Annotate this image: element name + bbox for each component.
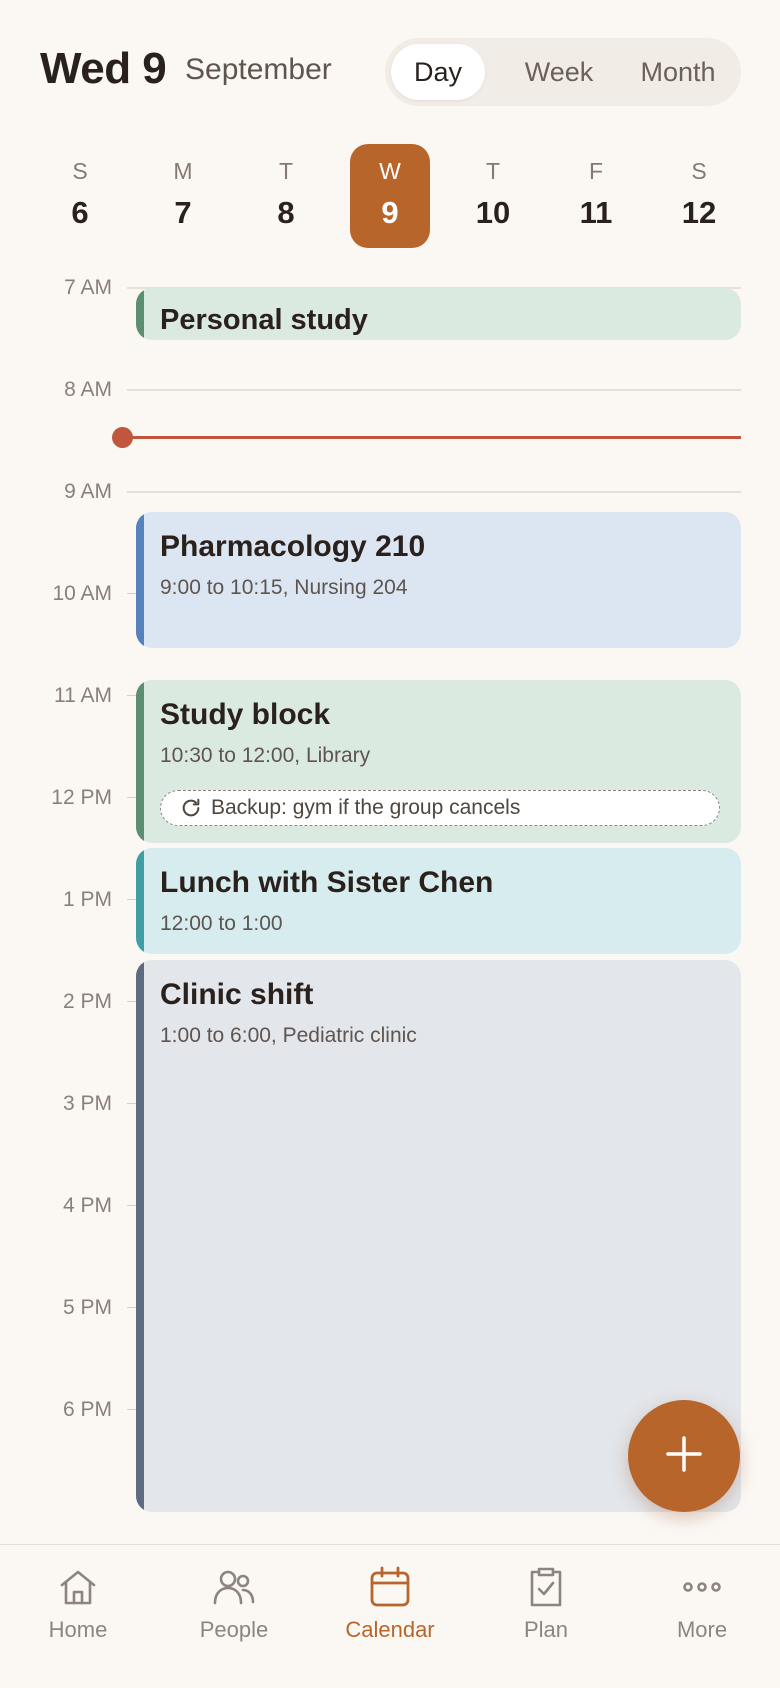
hour-label: 12 PM (51, 786, 112, 809)
current-time-dot (112, 427, 133, 448)
day-number: 7 (174, 195, 192, 230)
event-title: Pharmacology 210 (160, 530, 426, 563)
day-tue[interactable]: T 8 (246, 144, 326, 248)
more-icon (680, 1565, 724, 1609)
event-pharmacology[interactable]: Pharmacology 210 9:00 to 10:15, Nursing … (136, 512, 741, 648)
event-detail: 12:00 to 1:00 (160, 912, 283, 935)
event-title: Personal study (160, 304, 368, 336)
hour-label: 11 AM (54, 684, 112, 707)
hour-label: 8 AM (64, 378, 112, 401)
home-icon (56, 1565, 100, 1609)
hour-label: 2 PM (62, 990, 112, 1013)
day-letter: M (173, 158, 193, 184)
page-title: Wed 9 (40, 44, 167, 93)
hour-label: 4 PM (62, 1194, 112, 1217)
day-wed[interactable]: W 9 (350, 144, 430, 248)
hour-label: 5 PM (62, 1296, 112, 1319)
add-event-button[interactable] (628, 1400, 740, 1512)
nav-label: Home (48, 1617, 108, 1642)
nav-label: People (199, 1617, 269, 1642)
day-number: 11 (579, 195, 613, 230)
backup-plan-chip[interactable]: Backup: gym if the group cancels (160, 790, 720, 826)
hour-gridline (127, 491, 741, 493)
view-week-button[interactable]: Week (503, 44, 615, 100)
day-number: 9 (381, 195, 399, 230)
hour-label: 6 PM (62, 1398, 112, 1421)
nav-label: Calendar (345, 1617, 435, 1642)
day-letter: S (72, 158, 88, 184)
day-number: 10 (475, 195, 511, 230)
event-detail: 10:30 to 12:00, Library (160, 744, 371, 767)
event-color-bar (136, 512, 144, 648)
clipboard-check-icon (524, 1565, 568, 1609)
view-switch: Day Week Month (385, 38, 741, 106)
event-detail: 9:00 to 10:15, Nursing 204 (160, 576, 408, 599)
hour-gridline (127, 389, 741, 391)
event-personal-study[interactable]: Personal study (136, 288, 741, 340)
nav-label: Plan (523, 1617, 569, 1642)
event-detail: 1:00 to 6:00, Pediatric clinic (160, 1024, 417, 1047)
nav-people[interactable]: People (156, 1565, 312, 1665)
refresh-icon (179, 796, 203, 820)
day-timeline[interactable]: 7 AM 8 AM 9 AM 10 AM 11 AM 12 PM 1 PM 2 … (0, 270, 780, 1520)
month-label: September (185, 53, 332, 86)
event-color-bar (136, 680, 144, 843)
week-strip: S 6 M 7 T 8 W 9 T 10 F 11 S 12 (0, 144, 780, 248)
nav-home[interactable]: Home (0, 1565, 156, 1665)
day-letter: S (691, 158, 707, 184)
backup-text: Backup: gym if the group cancels (211, 796, 521, 819)
event-color-bar (136, 848, 144, 954)
day-number: 8 (277, 195, 295, 230)
header: Wed 9 September Day Week Month (0, 0, 780, 140)
day-sat[interactable]: S 12 (659, 144, 739, 248)
event-lunch[interactable]: Lunch with Sister Chen 12:00 to 1:00 (136, 848, 741, 954)
day-letter: T (278, 158, 294, 184)
event-color-bar (136, 288, 144, 340)
hour-label: 1 PM (62, 888, 112, 911)
day-number: 12 (681, 195, 717, 230)
nav-label: More (676, 1617, 728, 1642)
day-fri[interactable]: F 11 (556, 144, 636, 248)
view-month-button[interactable]: Month (621, 44, 735, 100)
nav-calendar[interactable]: Calendar (312, 1565, 468, 1665)
day-number: 6 (71, 195, 89, 230)
event-title: Lunch with Sister Chen (160, 866, 494, 899)
current-time-line (122, 436, 741, 439)
day-letter: F (588, 158, 604, 184)
calendar-icon (368, 1565, 412, 1609)
event-study-block[interactable]: Study block 10:30 to 12:00, Library Back… (136, 680, 741, 843)
event-color-bar (136, 960, 144, 1512)
event-title: Clinic shift (160, 978, 314, 1011)
day-mon[interactable]: M 7 (143, 144, 223, 248)
people-icon (212, 1565, 256, 1609)
hour-label: 10 AM (52, 582, 112, 605)
plus-icon (662, 1432, 706, 1481)
event-title: Study block (160, 698, 331, 731)
bottom-nav: Home People Calendar Plan More (0, 1544, 780, 1688)
hour-label: 7 AM (64, 276, 112, 299)
hour-label: 9 AM (64, 480, 112, 503)
day-letter: W (379, 158, 401, 184)
day-sun[interactable]: S 6 (40, 144, 120, 248)
day-letter: T (485, 158, 501, 184)
view-day-button[interactable]: Day (391, 44, 485, 100)
nav-plan[interactable]: Plan (468, 1565, 624, 1665)
hour-label: 3 PM (62, 1092, 112, 1115)
nav-more[interactable]: More (624, 1565, 780, 1665)
day-thu[interactable]: T 10 (453, 144, 533, 248)
